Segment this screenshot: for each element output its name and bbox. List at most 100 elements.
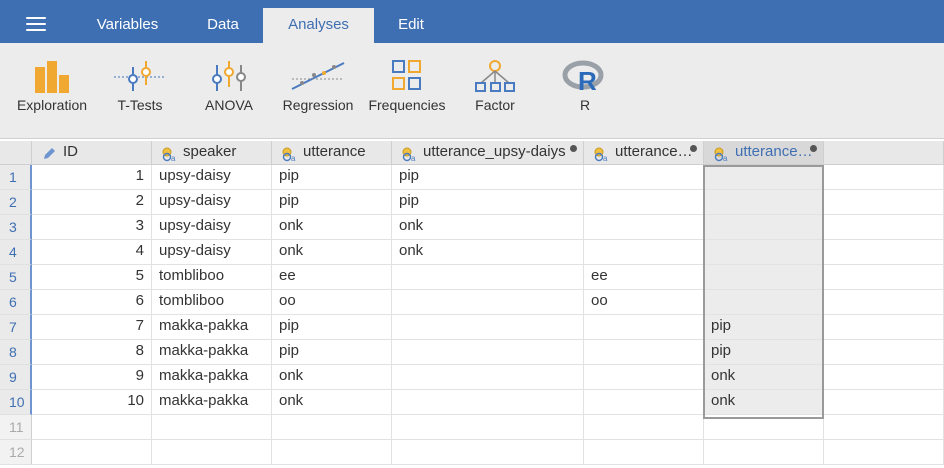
anova-button[interactable]: ANOVA — [192, 43, 266, 139]
tab-data[interactable]: Data — [190, 8, 256, 43]
table-cell[interactable]: upsy-daisy — [152, 165, 272, 190]
row-number[interactable]: 7 — [0, 315, 32, 340]
table-cell[interactable]: onk — [272, 365, 392, 390]
table-cell[interactable]: pip — [272, 190, 392, 215]
table-cell[interactable] — [824, 315, 944, 340]
row-number[interactable]: 2 — [0, 190, 32, 215]
table-cell[interactable] — [824, 390, 944, 415]
table-cell[interactable]: pip — [272, 340, 392, 365]
table-cell[interactable]: onk — [272, 390, 392, 415]
table-cell[interactable]: makka-pakka — [152, 315, 272, 340]
table-cell[interactable]: 5 — [32, 265, 152, 290]
row-number[interactable]: 4 — [0, 240, 32, 265]
table-cell[interactable] — [824, 190, 944, 215]
table-cell[interactable] — [824, 240, 944, 265]
table-cell[interactable] — [824, 415, 944, 440]
table-cell[interactable] — [392, 440, 584, 465]
exploration-button[interactable]: Exploration — [10, 43, 94, 139]
table-cell[interactable]: pip — [272, 165, 392, 190]
table-cell[interactable] — [272, 415, 392, 440]
table-cell[interactable]: upsy-daisy — [152, 215, 272, 240]
row-number[interactable]: 6 — [0, 290, 32, 315]
table-cell[interactable] — [704, 265, 824, 290]
table-cell[interactable] — [32, 415, 152, 440]
table-cell[interactable] — [824, 165, 944, 190]
table-cell[interactable] — [392, 340, 584, 365]
table-cell[interactable] — [152, 440, 272, 465]
table-cell[interactable] — [392, 265, 584, 290]
table-cell[interactable]: pip — [704, 340, 824, 365]
tab-analyses[interactable]: Analyses — [263, 8, 374, 43]
column-header[interactable]: a speaker — [152, 141, 272, 165]
table-cell[interactable] — [584, 190, 704, 215]
table-cell[interactable]: upsy-daisy — [152, 240, 272, 265]
table-cell[interactable]: 1 — [32, 165, 152, 190]
table-cell[interactable] — [584, 390, 704, 415]
ttests-button[interactable]: T-Tests — [102, 43, 178, 139]
table-cell[interactable] — [704, 415, 824, 440]
table-cell[interactable] — [584, 340, 704, 365]
row-number[interactable]: 12 — [0, 440, 32, 465]
table-cell[interactable]: makka-pakka — [152, 365, 272, 390]
row-number[interactable]: 5 — [0, 265, 32, 290]
tab-edit[interactable]: Edit — [384, 8, 438, 43]
table-cell[interactable]: pip — [392, 165, 584, 190]
table-cell[interactable] — [824, 215, 944, 240]
table-cell[interactable] — [704, 215, 824, 240]
table-cell[interactable] — [824, 290, 944, 315]
table-cell[interactable]: makka-pakka — [152, 340, 272, 365]
column-header[interactable]: ID — [32, 141, 152, 165]
table-cell[interactable] — [584, 365, 704, 390]
table-cell[interactable]: onk — [392, 215, 584, 240]
table-cell[interactable] — [584, 440, 704, 465]
row-number[interactable]: 10 — [0, 390, 32, 415]
table-cell[interactable] — [704, 165, 824, 190]
table-cell[interactable]: 4 — [32, 240, 152, 265]
table-cell[interactable] — [392, 315, 584, 340]
table-cell[interactable] — [824, 340, 944, 365]
column-header[interactable]: a utterance… — [584, 141, 704, 165]
table-cell[interactable]: tombliboo — [152, 265, 272, 290]
table-cell[interactable]: onk — [704, 365, 824, 390]
row-number[interactable]: 9 — [0, 365, 32, 390]
regression-button[interactable]: Regression — [278, 43, 358, 139]
table-cell[interactable]: 8 — [32, 340, 152, 365]
tab-variables[interactable]: Variables — [80, 8, 175, 43]
table-cell[interactable] — [704, 240, 824, 265]
table-cell[interactable]: pip — [272, 315, 392, 340]
table-cell[interactable] — [704, 290, 824, 315]
table-cell[interactable] — [704, 440, 824, 465]
table-cell[interactable] — [824, 365, 944, 390]
column-header[interactable]: a utterance… — [704, 141, 824, 165]
table-cell[interactable] — [584, 165, 704, 190]
row-number[interactable]: 1 — [0, 165, 32, 190]
table-cell[interactable]: 9 — [32, 365, 152, 390]
table-cell[interactable]: 6 — [32, 290, 152, 315]
table-cell[interactable] — [392, 365, 584, 390]
table-cell[interactable]: pip — [392, 190, 584, 215]
column-header-empty[interactable] — [824, 141, 944, 165]
table-cell[interactable] — [392, 415, 584, 440]
table-cell[interactable] — [272, 440, 392, 465]
frequencies-button[interactable]: Frequencies — [364, 43, 450, 139]
table-cell[interactable] — [392, 290, 584, 315]
table-cell[interactable] — [584, 315, 704, 340]
table-cell[interactable]: makka-pakka — [152, 390, 272, 415]
table-cell[interactable] — [824, 440, 944, 465]
table-cell[interactable] — [392, 390, 584, 415]
table-cell[interactable]: upsy-daisy — [152, 190, 272, 215]
column-header[interactable]: a utterance_upsy-daiys — [392, 141, 584, 165]
table-cell[interactable] — [584, 415, 704, 440]
table-cell[interactable]: onk — [392, 240, 584, 265]
table-cell[interactable]: ee — [272, 265, 392, 290]
table-cell[interactable]: ee — [584, 265, 704, 290]
table-cell[interactable] — [32, 440, 152, 465]
table-cell[interactable]: tombliboo — [152, 290, 272, 315]
table-cell[interactable]: 7 — [32, 315, 152, 340]
table-cell[interactable] — [152, 415, 272, 440]
column-header[interactable]: a utterance — [272, 141, 392, 165]
table-cell[interactable]: 2 — [32, 190, 152, 215]
table-cell[interactable] — [584, 215, 704, 240]
corner-header[interactable] — [0, 141, 32, 165]
table-cell[interactable]: 3 — [32, 215, 152, 240]
